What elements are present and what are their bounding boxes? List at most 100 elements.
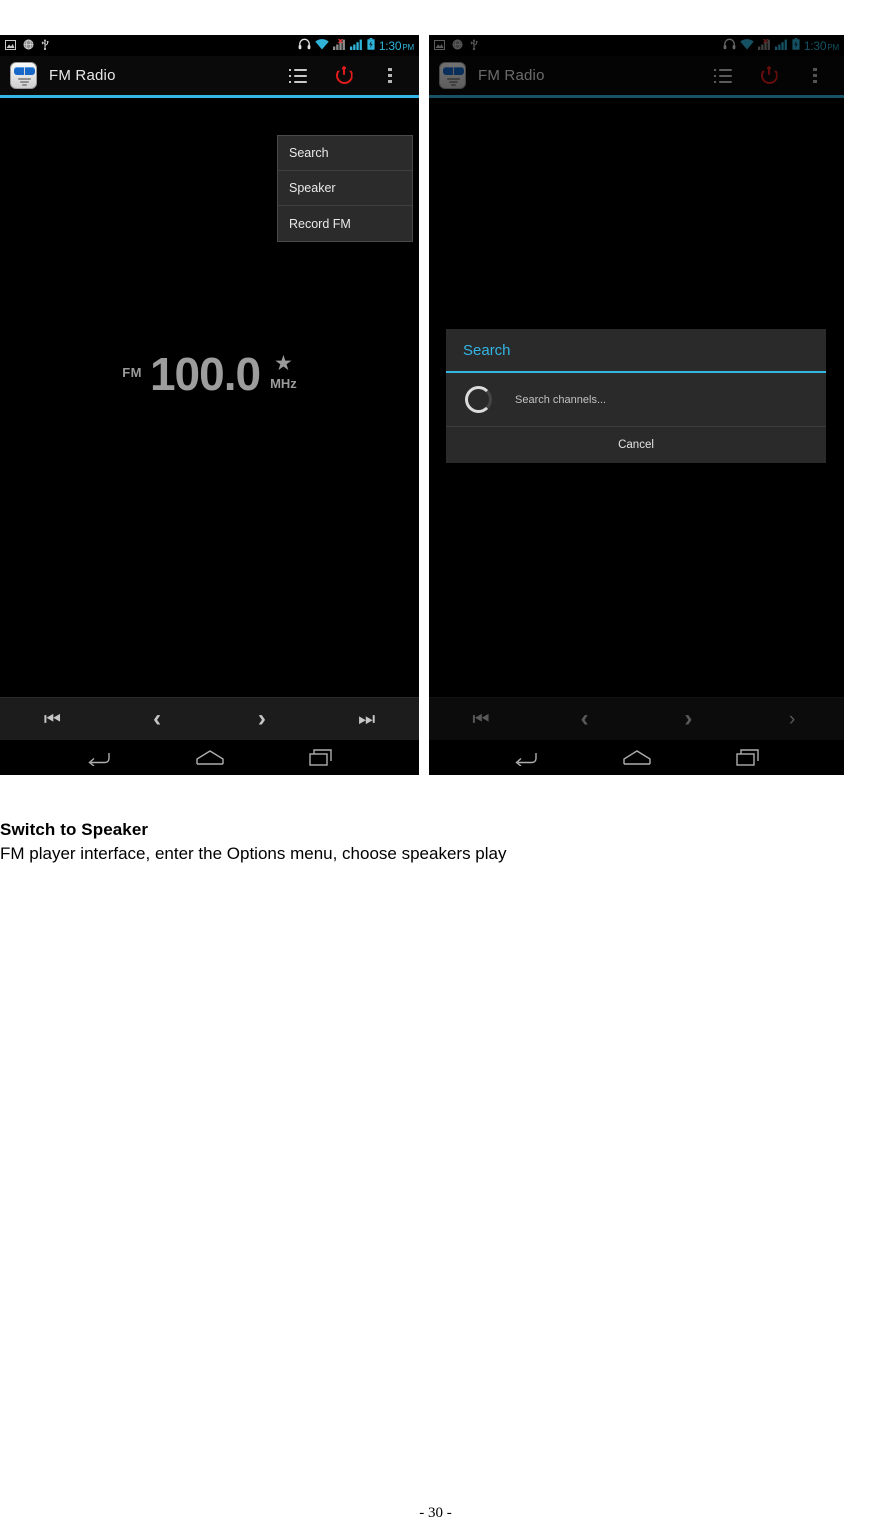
overflow-menu-icon [813, 67, 817, 84]
nav-home-button[interactable] [193, 745, 227, 771]
headset-icon [723, 37, 736, 55]
page-footer: - 30 - [419, 1505, 452, 1521]
nav-recents-button[interactable] [305, 745, 339, 771]
channel-list-button[interactable] [275, 55, 321, 97]
radio-display-icon-part [14, 66, 35, 75]
status-bar-right-icons: 1:30PM [298, 37, 414, 55]
dialog-message: Search channels... [515, 393, 607, 406]
system-navigation-bar [429, 740, 844, 775]
caption-block: Switch to Speaker FM player interface, e… [0, 818, 871, 866]
status-bar: 1:30PM [0, 35, 419, 56]
caption-heading: Switch to Speaker [0, 820, 149, 839]
nav-home-button[interactable] [620, 745, 654, 771]
browser-globe-icon [452, 37, 463, 55]
overflow-menu-icon [388, 67, 392, 84]
chevron-left-icon: ‹ [153, 705, 162, 732]
frequency-unit-label: MHz [270, 376, 297, 391]
dialog-title: Search [446, 329, 826, 373]
menu-item-record-fm[interactable]: Record FM [278, 206, 412, 241]
frequency-value: 100.0 [149, 348, 261, 400]
menu-item-search[interactable]: Search [278, 136, 412, 171]
transport-bar: ⏮ ‹ › › [429, 697, 844, 740]
favorite-star-icon[interactable]: ★ [274, 353, 293, 374]
status-bar-clock: 1:30PM [378, 38, 414, 53]
next-channel-button[interactable]: › [740, 698, 844, 741]
system-navigation-bar [0, 740, 419, 775]
radio-display-icon-part [443, 66, 464, 75]
home-icon [195, 750, 224, 765]
action-bar: FM Radio [0, 56, 419, 98]
page-title: FM Radio [478, 67, 545, 84]
headset-icon [298, 37, 311, 55]
battery-icon [792, 37, 800, 55]
screenshot-icon [434, 37, 445, 55]
skip-previous-icon: ⏮ [472, 708, 490, 730]
tune-up-button[interactable]: › [210, 698, 315, 741]
options-dropdown-menu[interactable]: Search Speaker Record FM [277, 135, 413, 242]
screenshot-icon [5, 37, 16, 55]
status-bar-left-icons [5, 37, 49, 55]
power-button[interactable] [321, 55, 367, 97]
page-title: FM Radio [49, 67, 116, 84]
status-bar-clock: 1:30PM [803, 38, 839, 53]
chevron-right-icon: › [257, 705, 266, 732]
sim1-signal-icon [757, 37, 771, 55]
prev-channel-button[interactable]: ⏮ [429, 698, 533, 741]
transport-bar: ⏮ ‹ › ⏭ [0, 697, 419, 740]
radio-grille-icon-part [447, 78, 460, 86]
wifi-icon [315, 37, 329, 55]
band-label: FM [122, 365, 142, 380]
nav-back-button[interactable] [81, 745, 115, 771]
next-channel-button[interactable]: ⏭ [314, 698, 419, 741]
chevron-right-icon: › [684, 705, 693, 732]
nav-back-button[interactable] [508, 745, 542, 771]
tune-down-button[interactable]: ‹ [533, 698, 637, 741]
action-bar-actions [700, 55, 838, 97]
status-bar: 1:30PM [429, 35, 844, 56]
caption-body: FM player interface, enter the Options m… [0, 844, 507, 863]
usb-icon [41, 37, 49, 55]
overflow-menu-button[interactable] [367, 55, 413, 97]
back-arrow-icon [514, 752, 537, 766]
chevron-left-icon: ‹ [580, 705, 589, 732]
usb-icon [470, 37, 478, 55]
power-icon [335, 66, 353, 84]
overflow-menu-button[interactable] [792, 55, 838, 97]
fm-radio-app-icon [439, 62, 466, 89]
status-bar-left-icons [434, 37, 478, 55]
channel-list-button[interactable] [700, 55, 746, 97]
tune-up-button[interactable]: › [637, 698, 741, 741]
cancel-button[interactable]: Cancel [446, 427, 826, 463]
power-icon [760, 66, 778, 84]
status-bar-right-icons: 1:30PM [723, 37, 839, 55]
fm-radio-app-icon [10, 62, 37, 89]
menu-item-speaker[interactable]: Speaker [278, 171, 412, 206]
prev-channel-button[interactable]: ⏮ [0, 698, 105, 741]
dialog-body: Search channels... [446, 373, 826, 427]
channel-list-icon [289, 68, 307, 83]
nav-recents-button[interactable] [732, 745, 766, 771]
battery-icon [367, 37, 375, 55]
sim2-signal-icon [349, 37, 363, 55]
progress-spinner-icon [465, 386, 492, 413]
power-button[interactable] [746, 55, 792, 97]
frequency-suffix: ★ MHz [270, 353, 297, 391]
search-progress-dialog: Search Search channels... Cancel [446, 329, 826, 463]
action-bar: FM Radio [429, 56, 844, 98]
phone-screenshot-right: 1:30PM FM Radio ⏮ ‹ › › Search Search ch… [429, 35, 844, 775]
sim2-signal-icon [774, 37, 788, 55]
tune-down-button[interactable]: ‹ [105, 698, 210, 741]
sim1-signal-icon [332, 37, 346, 55]
recent-apps-icon [735, 749, 759, 766]
radio-grille-icon-part [18, 78, 31, 86]
phone-screenshot-left: 1:30PM FM Radio FM 100.0 ★ MHz Search Sp… [0, 35, 419, 775]
skip-previous-icon: ⏮ [43, 708, 61, 730]
action-bar-actions [275, 55, 413, 97]
back-arrow-icon [87, 752, 110, 766]
browser-globe-icon [23, 37, 34, 55]
skip-next-icon: ⏭ [358, 708, 376, 730]
home-icon [622, 750, 651, 765]
channel-list-icon [714, 68, 732, 83]
recent-apps-icon [308, 749, 332, 766]
frequency-display: FM 100.0 ★ MHz [0, 351, 419, 397]
